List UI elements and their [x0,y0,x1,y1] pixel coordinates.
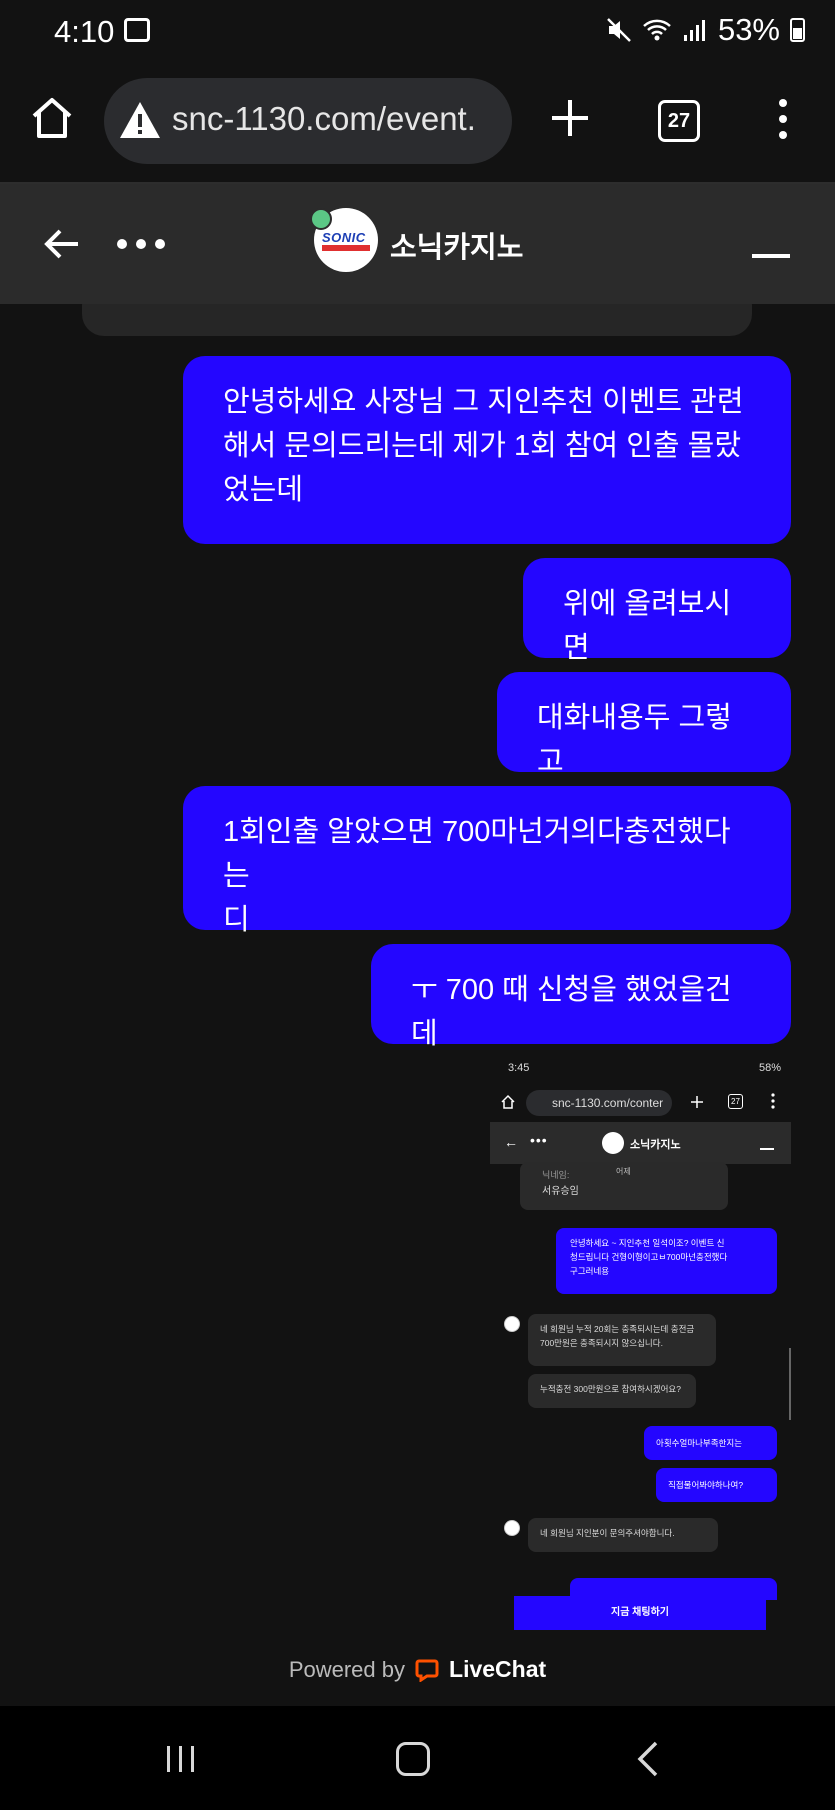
minimize-icon [760,1148,774,1150]
menu-icon[interactable] [772,98,794,140]
minimize-icon[interactable] [752,254,790,258]
chat-messages: 안녕하세요 사장님 그 지인추천 이벤트 관련 해서 문의드리는데 제가 1회 … [0,304,835,1704]
attached-screenshot[interactable]: 3:45 58% snc-1130.com/conter 27 ← ••• 소닉… [490,1056,791,1632]
agent-avatar [504,1520,520,1536]
system-nav-bar [0,1706,835,1810]
shot-agent-message: 네 회원님 지인분이 문의주셔야합니다. [528,1518,718,1552]
shot-scrollbar [789,1348,791,1420]
wifi-icon [643,19,671,41]
user-message: 1회인출 알았으면 700마넌거의다충전했다는 디 [183,786,791,936]
status-time: 4:10 [54,14,115,49]
shot-tabs-icon: 27 [728,1094,743,1109]
powered-by-label: Powered by [288,1656,406,1682]
recents-icon[interactable] [164,1744,198,1774]
chat-header: SONIC 소닉카지노 [0,184,835,304]
plus-icon [691,1096,703,1108]
brand-logo [602,1132,624,1154]
home-icon[interactable] [28,94,76,142]
powered-by-footer: Powered by LiveChat [0,1634,835,1708]
back-arrow-icon: ← [504,1134,518,1150]
more-options-icon: ••• [530,1132,548,1148]
agent-avatar [504,1316,520,1332]
logo-stripe [322,245,370,251]
plus-icon[interactable] [548,96,592,140]
logo-text: SONIC [322,230,366,245]
shot-chat-title: 소닉카지노 [630,1139,681,1151]
status-icons: 53% [606,12,805,48]
battery-icon [790,18,805,42]
url-text: snc-1130.com/event. [172,100,476,137]
home-button-icon[interactable] [396,1742,430,1776]
user-message: 대화내용두 그렇고 [497,672,791,778]
user-message: 안녕하세요 사장님 그 지인추천 이벤트 관련 해서 문의드리는데 제가 1회 … [183,356,791,544]
back-button-icon[interactable] [636,1740,660,1778]
shot-user-message: 안녕하세요 ~ 지인추천 일석이조? 이벤트 신 청드립니다 건형이형이고ㅂ70… [556,1228,777,1294]
shot-url-field: snc-1130.com/conter [526,1090,672,1116]
online-status-indicator [310,208,332,230]
browser-toolbar: snc-1130.com/event. 27 [0,62,835,184]
shot-user-message: 직접물어봐야하나여? [656,1468,777,1502]
livechat-brand[interactable]: LiveChat [449,1656,546,1683]
shot-day-label: 어제 [616,1167,631,1176]
back-arrow-icon[interactable] [42,224,82,264]
status-bar: 4:10 53% [0,0,835,62]
battery-percent: 53% [717,12,780,47]
signal-icon [683,20,705,41]
tabs-icon[interactable]: 27 [658,100,700,142]
previous-message-bubble [82,304,752,336]
gallery-icon [124,18,150,42]
shot-battery: 58% [758,1062,781,1074]
shot-agent-message: 네 회원님 누적 20회는 충족되시는데 충전금 700만원은 충족되시지 않으… [528,1314,716,1366]
shot-chat-header: ← ••• 소닉카지노 [490,1122,791,1164]
shot-prev-label: 닉네임: [542,1170,570,1180]
mute-icon [607,18,631,42]
shot-time: 3:45 [508,1062,530,1074]
user-message: ㅜ 700 때 신청을 했었을건데 [371,944,791,1050]
livechat-icon[interactable] [415,1658,439,1682]
shot-chat-now-button: 지금 채팅하기 [514,1596,766,1630]
chat-title: 소닉카지노 [390,232,524,264]
menu-icon [771,1093,775,1109]
more-options-icon[interactable] [116,238,166,250]
shot-prev-value: 서유승임 [542,1186,579,1197]
home-icon [501,1094,515,1109]
warning-icon[interactable] [118,100,162,140]
url-field[interactable]: snc-1130.com/event. [104,78,512,164]
user-message: 위에 올려보시면 [523,558,791,664]
shot-user-message: 아횟수얼마나부족한지는 [644,1426,777,1460]
shot-agent-message: 누적충전 300만원으로 참여하시겠어요? [528,1374,696,1408]
